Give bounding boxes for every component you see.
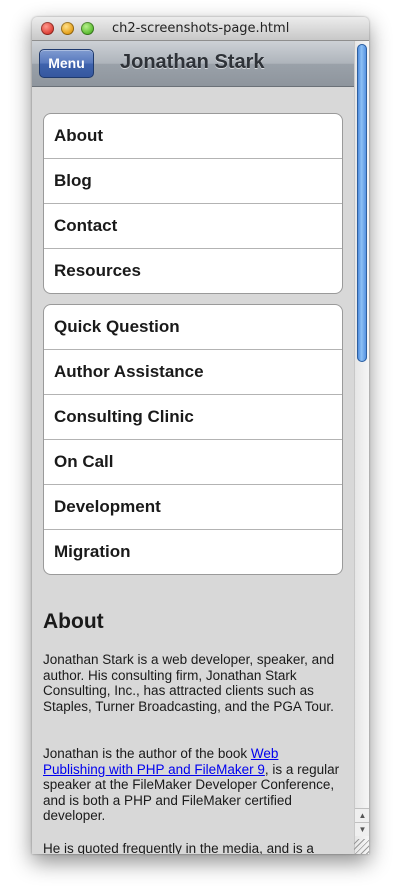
about-paragraph-2-lead: Jonathan is the author of the book (43, 746, 251, 761)
zoom-window-icon[interactable] (81, 22, 94, 35)
nav-item-consulting-clinic[interactable]: Consulting Clinic (44, 395, 342, 440)
close-window-icon[interactable] (41, 22, 54, 35)
nav-item-blog[interactable]: Blog (44, 159, 342, 204)
nav-list-main: About Blog Contact Resources (43, 113, 343, 294)
app-toolbar: Menu Jonathan Stark (32, 41, 354, 87)
window-title: ch2-screenshots-page.html (112, 21, 290, 36)
resize-grip-icon[interactable] (354, 839, 369, 854)
title-bar: ch2-screenshots-page.html (32, 17, 369, 41)
menu-button[interactable]: Menu (39, 49, 94, 78)
about-paragraph-1: Jonathan Stark is a web developer, speak… (43, 652, 335, 714)
nav-item-migration[interactable]: Migration (44, 530, 342, 574)
nav-item-author-assistance[interactable]: Author Assistance (44, 350, 342, 395)
browser-window: ch2-screenshots-page.html Menu Jonathan … (32, 17, 369, 854)
nav-item-about[interactable]: About (44, 114, 342, 159)
about-heading: About (43, 610, 104, 633)
up-arrow-icon[interactable]: ▲ (355, 808, 369, 822)
nav-item-contact[interactable]: Contact (44, 204, 342, 249)
down-arrow-icon[interactable]: ▼ (355, 822, 369, 836)
nav-item-on-call[interactable]: On Call (44, 440, 342, 485)
page-title: Jonathan Stark (120, 51, 265, 73)
minimize-window-icon[interactable] (61, 22, 74, 35)
about-paragraph-2: Jonathan is the author of the book Web P… (43, 746, 343, 824)
nav-list-services: Quick Question Author Assistance Consult… (43, 304, 343, 575)
about-paragraph-3: He is quoted frequently in the media, an… (43, 841, 314, 854)
nav-item-quick-question[interactable]: Quick Question (44, 305, 342, 350)
scrollbar-thumb[interactable] (357, 44, 367, 362)
nav-item-development[interactable]: Development (44, 485, 342, 530)
page-viewport: Menu Jonathan Stark About Blog Contact R… (32, 41, 354, 854)
nav-item-resources[interactable]: Resources (44, 249, 342, 293)
vertical-scrollbar[interactable]: ▲ ▼ (354, 41, 369, 854)
